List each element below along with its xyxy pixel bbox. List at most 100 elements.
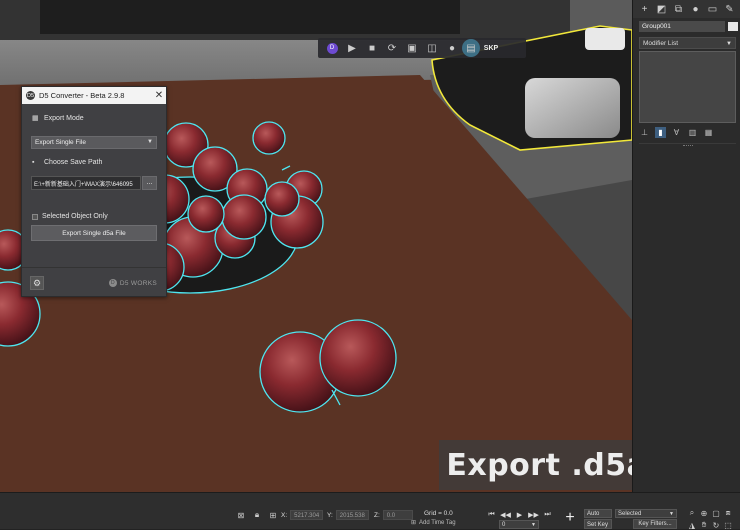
- close-icon[interactable]: ✕: [152, 90, 166, 101]
- go-to-end-icon[interactable]: ⏭: [542, 509, 553, 520]
- export-single-file-button[interactable]: Export Single d5a File: [31, 225, 157, 241]
- current-frame-value: 0: [502, 522, 506, 528]
- selected-only-checkbox[interactable]: [32, 213, 38, 220]
- selected-only-row: Selected Object Only: [32, 213, 108, 220]
- set-key-button[interactable]: Set Key: [584, 519, 612, 529]
- viewport-navigation: ⌕ ⊕ ▢ ⧈ ◮ ✋︎ ↻ ⬚: [686, 508, 734, 530]
- object-color-swatch[interactable]: [728, 22, 738, 31]
- sync-icon: ⟳: [387, 42, 397, 54]
- command-panel: + ◩ ⧉ ● ▭ ✎ Group001 Modifier List ▼ ⊥ ▮…: [632, 0, 740, 492]
- play-icon: ▶: [348, 42, 356, 54]
- selected-only-label: Selected Object Only: [42, 213, 108, 220]
- y-field[interactable]: 2015.538: [335, 510, 369, 520]
- chevron-down-icon: ▼: [531, 522, 536, 528]
- set-key-icon[interactable]: +: [561, 509, 579, 527]
- dialog-title: D5 Converter - Beta 2.9.8: [39, 91, 125, 100]
- panel-divider: [639, 143, 736, 147]
- save-icon: ▪: [32, 159, 35, 166]
- gear-icon: ⚙: [32, 277, 42, 288]
- modifier-list-label: Modifier List: [643, 40, 679, 47]
- add-time-tag[interactable]: ⊞ Add Time Tag: [411, 519, 456, 527]
- modify-tab-icon[interactable]: ◩: [655, 3, 668, 16]
- next-frame-icon[interactable]: ▶▶: [528, 509, 539, 520]
- create-tab-icon[interactable]: +: [638, 3, 651, 16]
- d5-logo-icon: D: [326, 42, 338, 54]
- go-to-start-icon[interactable]: ⏮: [486, 509, 497, 520]
- camera-button[interactable]: ▣: [402, 38, 422, 58]
- light-button[interactable]: ●: [442, 38, 462, 58]
- viewport[interactable]: D ▶ ■ ⟳ ▣ ◫ ● ▤ SKP D5 D5 Converter - Be…: [0, 0, 632, 492]
- play-button[interactable]: ▶: [342, 38, 362, 58]
- zoom-icon[interactable]: ⌕: [686, 508, 698, 518]
- browse-button[interactable]: ...: [142, 176, 157, 190]
- motion-tab-icon[interactable]: ●: [689, 3, 702, 16]
- camera-icon: ▣: [407, 42, 417, 54]
- z-label: Z:: [374, 511, 380, 519]
- export-mode-select[interactable]: Export Single File ▼: [31, 136, 157, 149]
- x-field[interactable]: 5217.304: [290, 510, 324, 520]
- z-coordinate: Z: 0.0: [374, 510, 413, 520]
- export-d5a-button[interactable]: ▤: [462, 39, 480, 57]
- light-icon: ●: [448, 42, 456, 54]
- current-frame-field[interactable]: 0 ▼: [499, 520, 539, 529]
- image-settings-button[interactable]: ◫: [422, 38, 442, 58]
- play-animation-icon[interactable]: ▶: [514, 509, 525, 520]
- playback-controls: ⏮ ◀◀ ▶ ▶▶ ⏭: [486, 509, 553, 520]
- export-mode-row: ▦ Export Mode: [32, 115, 84, 122]
- add-time-tag-label: Add Time Tag: [419, 519, 456, 526]
- transform-mode-icon[interactable]: ⊞: [268, 510, 278, 520]
- caption-overlay: Export .d5a files: [439, 440, 632, 490]
- x-label: X:: [281, 511, 288, 519]
- grid-size: Grid = 0.0: [424, 510, 453, 517]
- pin-stack-icon[interactable]: ⊥: [639, 127, 650, 138]
- utilities-tab-icon[interactable]: ✎: [723, 3, 736, 16]
- modifier-list-dropdown[interactable]: Modifier List ▼: [639, 37, 736, 49]
- settings-button[interactable]: ⚙: [30, 276, 44, 290]
- zoom-extents-all-icon[interactable]: ⧈: [722, 508, 734, 518]
- chevron-down-icon: ▼: [147, 139, 153, 145]
- z-field[interactable]: 0.0: [382, 510, 413, 520]
- grid-icon: ▦: [32, 115, 39, 122]
- lock-icon[interactable]: 🔒︎: [252, 510, 262, 520]
- save-path-label: Choose Save Path: [44, 159, 103, 166]
- y-coordinate: Y: 2015.538: [327, 510, 369, 520]
- previous-frame-icon[interactable]: ◀◀: [500, 509, 511, 520]
- stop-button[interactable]: ■: [362, 38, 382, 58]
- y-label: Y:: [327, 511, 333, 519]
- d5-works-logo-icon: D: [108, 279, 117, 287]
- d5-converter-logo-icon: D5: [26, 91, 35, 100]
- export-mode-value: Export Single File: [35, 139, 86, 146]
- selection-lock-icon[interactable]: ⊠: [236, 510, 246, 520]
- d5-works-brand: D D5 WORKS: [108, 279, 157, 287]
- skp-button[interactable]: SKP: [480, 38, 502, 58]
- chevron-down-icon: ▼: [726, 41, 732, 47]
- stop-icon: ■: [368, 42, 376, 54]
- save-path-row: ▪ Choose Save Path: [32, 159, 102, 166]
- export-d5a-icon: ▤: [466, 42, 476, 54]
- object-name-field[interactable]: Group001: [639, 21, 725, 32]
- brand-label: D5 WORKS: [119, 279, 157, 287]
- d5-converter-dialog: D5 D5 Converter - Beta 2.9.8 ✕ ▦ Export …: [21, 86, 167, 297]
- key-filters-button[interactable]: Key Filters...: [633, 519, 677, 529]
- zoom-extents-icon[interactable]: ▢: [710, 508, 722, 518]
- auto-key-button[interactable]: Auto Key: [584, 509, 612, 526]
- display-tab-icon[interactable]: ▭: [706, 3, 719, 16]
- zoom-all-icon[interactable]: ⊕: [698, 508, 710, 518]
- key-mode-select[interactable]: Selected ▼: [615, 509, 677, 518]
- sync-button[interactable]: ⟳: [382, 38, 402, 58]
- x-coordinate: X: 5217.304: [281, 510, 324, 520]
- make-unique-icon[interactable]: ∀: [671, 127, 682, 138]
- chevron-down-icon: ▼: [669, 511, 674, 517]
- configure-sets-icon[interactable]: ▦: [703, 127, 714, 138]
- remove-modifier-icon[interactable]: ▥: [687, 127, 698, 138]
- export-mode-label: Export Mode: [44, 115, 84, 122]
- d5-logo-button[interactable]: D: [322, 38, 342, 58]
- image-settings-icon: ◫: [427, 42, 437, 54]
- hierarchy-tab-icon[interactable]: ⧉: [672, 3, 685, 16]
- save-path-input[interactable]: E:\+新新基础入门+\MAX演示\646095: [31, 176, 141, 190]
- show-end-result-icon[interactable]: ▮: [655, 127, 666, 138]
- dialog-titlebar[interactable]: D5 D5 Converter - Beta 2.9.8 ✕: [22, 87, 166, 104]
- modifier-stack[interactable]: [639, 51, 736, 123]
- key-mode-value: Selected: [618, 511, 642, 517]
- time-tag-icon: ⊞: [411, 520, 417, 526]
